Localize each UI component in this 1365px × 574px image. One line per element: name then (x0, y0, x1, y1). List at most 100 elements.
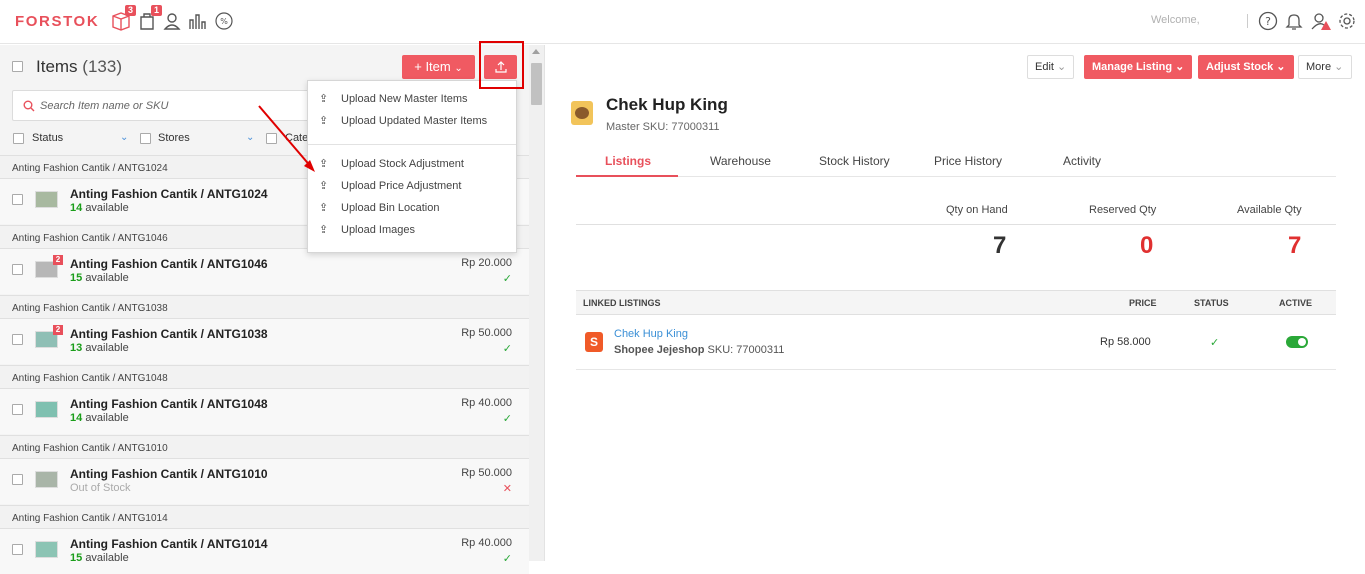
item-checkbox[interactable] (12, 194, 23, 205)
menu-item-label: Upload Updated Master Items (341, 115, 488, 127)
search-icon (23, 100, 35, 112)
item-availability: 14 available (70, 412, 129, 424)
listing-sku: SKU: 77000311 (704, 344, 785, 356)
item-name[interactable]: Anting Fashion Cantik / ANTG1010 (70, 467, 268, 481)
orders-badge: 3 (125, 5, 136, 16)
item-checkbox[interactable] (12, 544, 23, 555)
item-checkbox[interactable] (12, 404, 23, 415)
stores-filter-checkbox[interactable] (140, 133, 151, 144)
stores-filter[interactable]: Stores (158, 132, 190, 144)
product-thumbnail (571, 101, 593, 125)
item-row[interactable]: 2 Anting Fashion Cantik / ANTG1046 15 avai… (0, 249, 529, 294)
item-name[interactable]: Anting Fashion Cantik / ANTG1024 (70, 187, 268, 201)
item-price: Rp 50.000 (461, 327, 512, 339)
tab-stock-history[interactable]: Stock History (819, 154, 890, 168)
search-input[interactable]: Search Item name or SKU (12, 90, 312, 121)
reserved-qty-label: Reserved Qty (1089, 204, 1157, 216)
select-all-checkbox[interactable] (12, 61, 23, 72)
chevron-down-icon: ⌄ (1175, 61, 1185, 73)
item-availability: 15 available (70, 272, 129, 284)
menu-upload-stock-adjustment[interactable]: ⇪ Upload Stock Adjustment (319, 156, 464, 172)
more-label: More (1306, 61, 1332, 73)
item-availability: 15 available (70, 552, 129, 564)
item-thumbnail (35, 471, 58, 488)
active-tab-indicator (576, 175, 678, 177)
item-name[interactable]: Anting Fashion Cantik / ANTG1038 (70, 327, 268, 341)
item-status-icon: ✓ (502, 413, 512, 425)
tab-listings[interactable]: Listings (605, 154, 651, 168)
item-name[interactable]: Anting Fashion Cantik / ANTG1014 (70, 537, 268, 551)
user-alert-icon[interactable] (1310, 11, 1331, 31)
status-filter-checkbox[interactable] (13, 133, 24, 144)
item-availability: 14 available (70, 202, 129, 214)
adjust-stock-button[interactable]: Adjust Stock ⌄ (1198, 55, 1294, 79)
chart-icon[interactable] (187, 11, 207, 31)
detail-tabs: Listings Warehouse Stock History Price H… (576, 145, 1336, 177)
help-icon[interactable]: ? (1258, 11, 1278, 31)
more-button[interactable]: More ⌄ (1298, 55, 1352, 79)
forstok-logo[interactable]: FORSTOK (15, 13, 99, 30)
tab-activity[interactable]: Activity (1063, 154, 1101, 168)
item-availability-label: available (85, 342, 129, 354)
item-thumbnail: 2 (35, 255, 63, 278)
orders-icon[interactable]: 3 (111, 5, 136, 31)
listing-store-name: Shopee Jejeshop (614, 344, 705, 356)
gear-icon[interactable] (1337, 11, 1357, 31)
promo-icon[interactable]: % (214, 11, 234, 31)
item-availability: 13 available (70, 342, 129, 354)
menu-upload-new-master-items[interactable]: ⇪ Upload New Master Items (319, 91, 468, 107)
search-placeholder: Search Item name or SKU (40, 100, 169, 112)
menu-item-label: Upload Bin Location (341, 202, 440, 214)
category-filter-checkbox[interactable] (266, 133, 277, 144)
shopee-icon: S (585, 332, 603, 352)
item-row[interactable]: 2 Anting Fashion Cantik / ANTG1038 13 avai… (0, 319, 529, 364)
group-header: Anting Fashion Cantik / ANTG1048 (0, 365, 529, 389)
menu-item-label: Upload Images (341, 224, 415, 236)
chevron-down-icon: ⌄ (454, 63, 463, 74)
upload-icon: ⇪ (319, 93, 329, 105)
item-status-icon: ✓ (502, 553, 512, 565)
item-row[interactable]: Anting Fashion Cantik / ANTG1010 Out of S… (0, 459, 529, 504)
product-name: Chek Hup King (606, 95, 728, 114)
listing-active-toggle[interactable] (1286, 336, 1308, 348)
item-row[interactable]: Anting Fashion Cantik / ANTG1048 14 avail… (0, 389, 529, 434)
tab-warehouse[interactable]: Warehouse (710, 154, 771, 168)
edit-button[interactable]: Edit ⌄ (1027, 55, 1075, 79)
scroll-up-arrow[interactable] (532, 49, 540, 54)
tab-price-history[interactable]: Price History (934, 154, 1002, 168)
scrollbar[interactable] (529, 45, 544, 561)
chevron-down-icon[interactable]: ⌄ (246, 132, 254, 143)
item-thumbnail (35, 401, 58, 418)
item-thumbnail: 2 (35, 325, 63, 348)
listing-title-link[interactable]: Chek Hup King (614, 328, 688, 340)
manage-listing-button[interactable]: Manage Listing ⌄ (1084, 55, 1193, 79)
master-sku: Master SKU: 77000311 (606, 121, 720, 133)
item-checkbox[interactable] (12, 264, 23, 275)
menu-upload-images[interactable]: ⇪ Upload Images (319, 222, 415, 238)
add-item-button[interactable]: + Item ⌄ (402, 55, 475, 79)
item-row[interactable]: Anting Fashion Cantik / ANTG1014 15 avail… (0, 529, 529, 574)
item-name[interactable]: Anting Fashion Cantik / ANTG1048 (70, 397, 268, 411)
chevron-down-icon[interactable]: ⌄ (120, 132, 128, 143)
item-availability-label: available (85, 202, 129, 214)
qty-divider (576, 224, 1336, 225)
top-bar: FORSTOK 3 1 % Welcome, ? (0, 0, 1365, 44)
menu-upload-updated-master-items[interactable]: ⇪ Upload Updated Master Items (319, 113, 487, 129)
bell-icon[interactable] (1284, 11, 1304, 31)
item-name[interactable]: Anting Fashion Cantik / ANTG1046 (70, 257, 268, 271)
bag-icon[interactable]: 1 (137, 5, 162, 31)
menu-divider (308, 144, 516, 145)
user-icon[interactable] (162, 11, 182, 31)
scrollbar-thumb[interactable] (531, 63, 542, 105)
upload-icon: ⇪ (319, 115, 329, 127)
status-heading: STATUS (1194, 298, 1229, 308)
status-filter[interactable]: Status (32, 132, 63, 144)
items-count: (133) (82, 57, 122, 76)
menu-upload-price-adjustment[interactable]: ⇪ Upload Price Adjustment (319, 178, 461, 194)
edit-label: Edit (1035, 61, 1054, 73)
item-checkbox[interactable] (12, 334, 23, 345)
item-price: Rp 40.000 (461, 537, 512, 549)
adjust-stock-label: Adjust Stock (1206, 61, 1274, 73)
menu-upload-bin-location[interactable]: ⇪ Upload Bin Location (319, 200, 439, 216)
item-checkbox[interactable] (12, 474, 23, 485)
